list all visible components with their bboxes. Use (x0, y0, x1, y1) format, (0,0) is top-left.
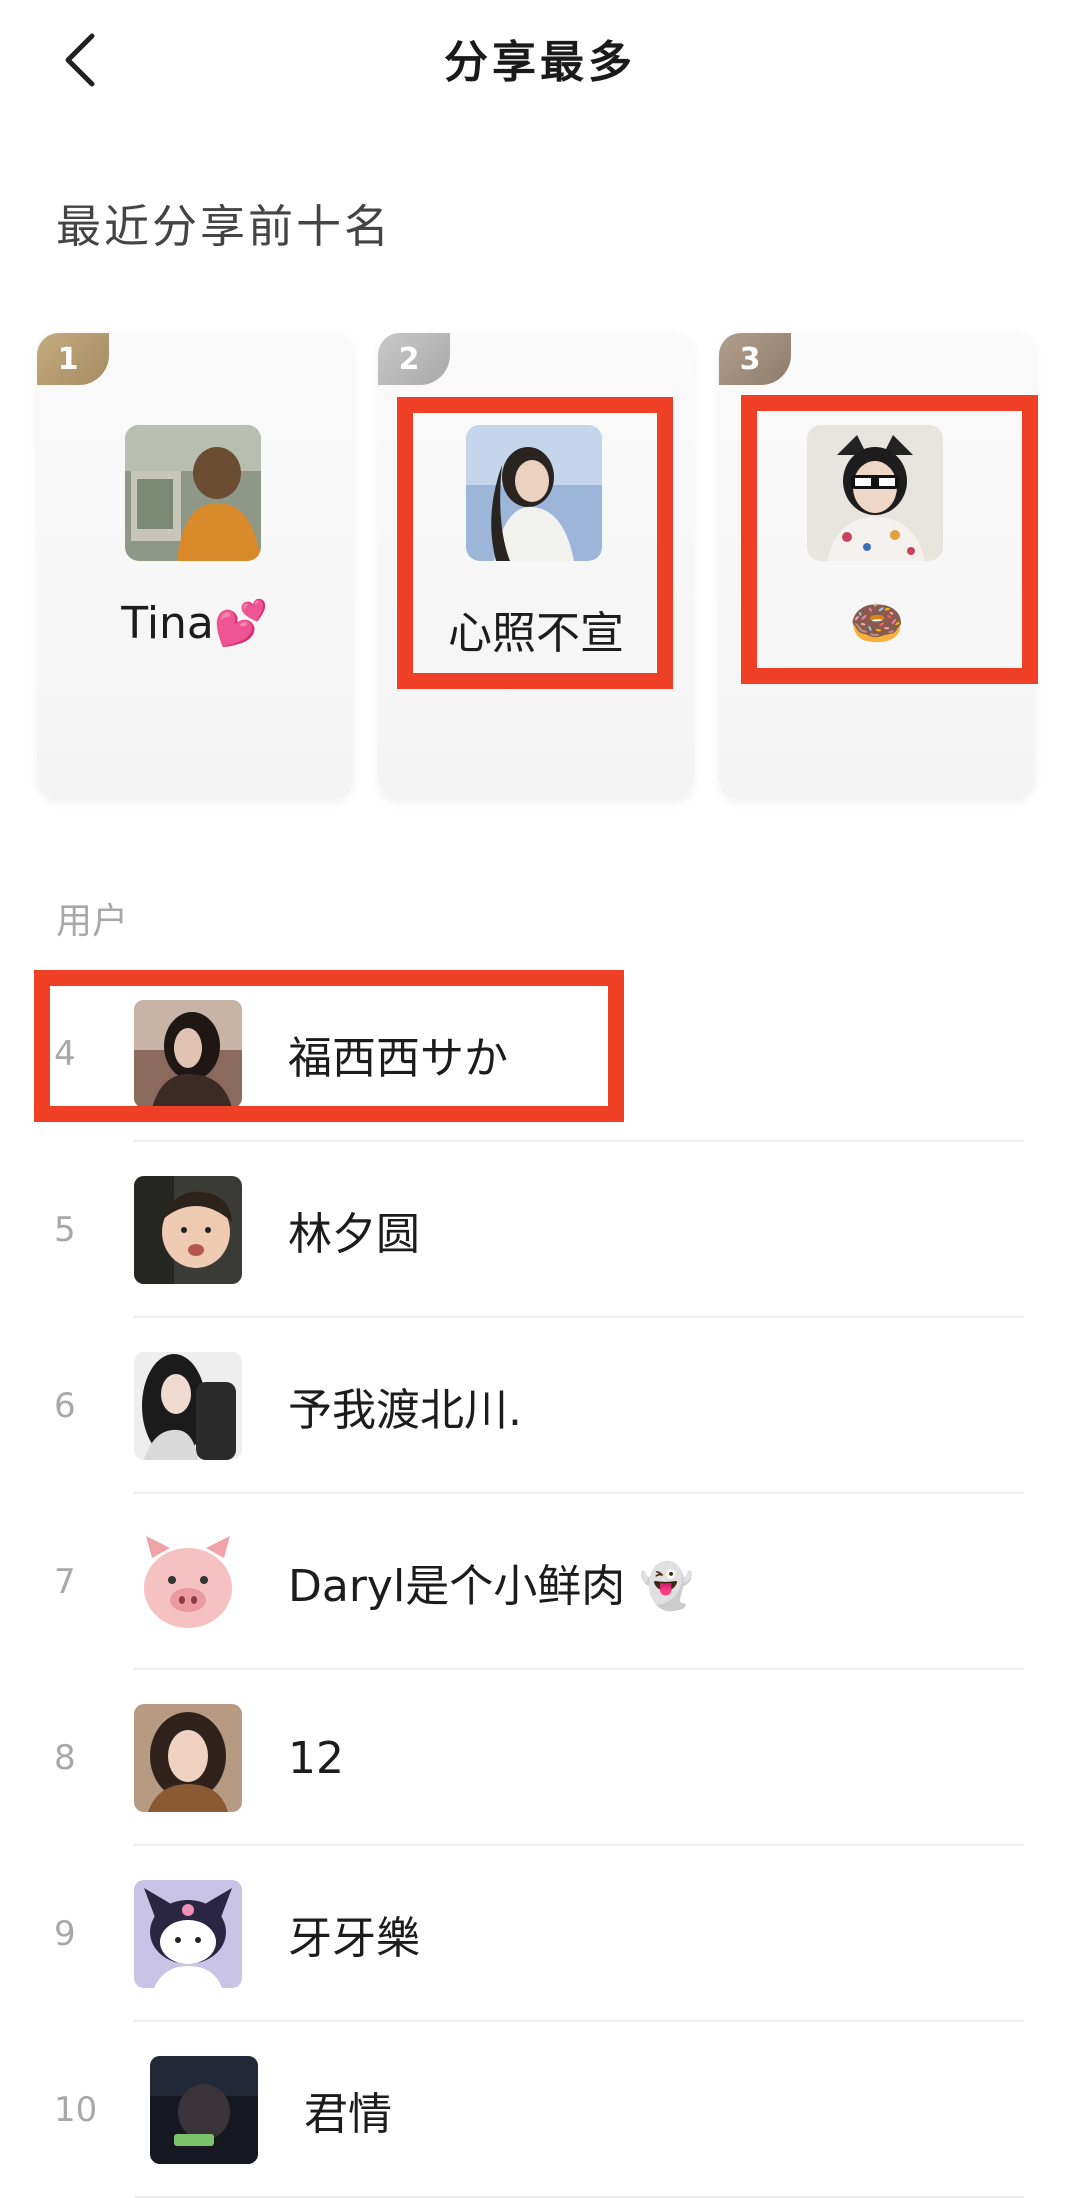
navigation-bar: 分享最多 (0, 0, 1080, 120)
rank-number: 5 (54, 1210, 76, 1250)
avatar (125, 425, 261, 561)
list-item[interactable]: 9 牙牙樂 (0, 1846, 1080, 2022)
rank-number: 9 (54, 1914, 76, 1954)
list-item[interactable]: 5 林夕圆 (0, 1142, 1080, 1318)
section-title: 最近分享前十名 (56, 200, 393, 253)
user-name: 12 (288, 1732, 344, 1784)
avatar (466, 425, 602, 561)
users-section-label: 用户 (56, 901, 129, 942)
avatar (134, 1880, 242, 1988)
rank-number: 6 (54, 1386, 76, 1426)
rank-number: 10 (54, 2090, 98, 2130)
top-user-card-3[interactable]: 3 🍩 (719, 333, 1035, 801)
list-item[interactable]: 6 予我渡北川. (0, 1318, 1080, 1494)
top-user-card-1[interactable]: 1 Tina💕 (37, 333, 353, 801)
list-item[interactable]: 7 Daryl是个小鲜肉 👻 (0, 1494, 1080, 1670)
user-name: 福西西サか (288, 1033, 508, 1084)
user-name: 🍩 (849, 598, 905, 649)
rank-number: 7 (54, 1562, 76, 1602)
avatar (134, 1176, 242, 1284)
avatar (807, 425, 943, 561)
rank-number: 4 (54, 1034, 76, 1074)
user-name: 君情 (304, 2089, 392, 2140)
user-name: 心照不宣 (448, 608, 624, 659)
user-name: Tina💕 (121, 598, 269, 649)
page-title: 分享最多 (444, 37, 636, 88)
rank-badge: 2 (378, 333, 450, 385)
avatar (150, 2056, 258, 2164)
user-name: 林夕圆 (288, 1209, 420, 1260)
rank-badge: 3 (719, 333, 791, 385)
avatar (134, 1704, 242, 1812)
list-item[interactable]: 8 12 (0, 1670, 1080, 1846)
top-user-card-2[interactable]: 2 心照不宣 (378, 333, 694, 801)
rank-number: 8 (54, 1738, 76, 1778)
user-name: Daryl是个小鲜肉 👻 (288, 1561, 694, 1612)
list-item[interactable]: 10 君情 (0, 2022, 1080, 2198)
list-item[interactable]: 4 福西西サか (0, 966, 1080, 1142)
rank-badge: 1 (37, 333, 109, 385)
avatar (134, 1528, 242, 1636)
user-name: 予我渡北川. (288, 1385, 522, 1436)
avatar (134, 1000, 242, 1108)
avatar (134, 1352, 242, 1460)
user-name: 牙牙樂 (288, 1913, 420, 1964)
